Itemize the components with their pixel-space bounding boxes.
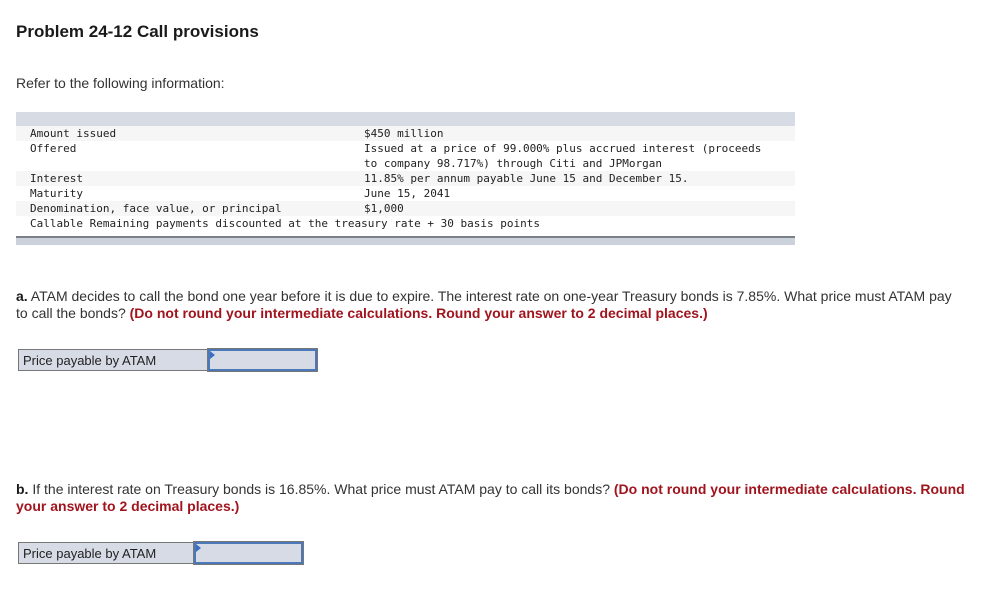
row-label: Denomination, face value, or principal	[30, 202, 282, 215]
flag-icon	[196, 544, 201, 552]
row-label	[16, 156, 350, 171]
answer-row-b: Price payable by ATAM	[18, 541, 304, 565]
table-row: Offered Issued at a price of 99.000% plu…	[16, 141, 795, 156]
row-value: $450 million	[364, 127, 444, 140]
answer-a-input[interactable]	[210, 351, 315, 369]
table-row: Maturity June 15, 2041	[16, 186, 795, 201]
bond-info-table: Amount issued $450 million Offered Issue…	[16, 112, 795, 245]
row-value: 11.85% per annum payable June 15 and Dec…	[364, 172, 689, 185]
question-b: b. If the interest rate on Treasury bond…	[16, 481, 966, 515]
row-label: Offered	[30, 142, 77, 155]
answer-a-label: Price payable by ATAM	[18, 349, 208, 371]
table-top-band	[16, 112, 795, 126]
intro-text: Refer to the following information:	[16, 75, 225, 91]
row-label: Interest	[30, 172, 83, 185]
row-label: Maturity	[30, 187, 83, 200]
row-value: to company 98.717%) through Citi and JPM…	[364, 157, 663, 170]
table-row-callable: Callable Remaining payments discounted a…	[16, 216, 795, 231]
row-label: Amount issued	[30, 127, 117, 140]
table-bottom-band	[16, 236, 795, 245]
question-a-part: a.	[16, 288, 28, 304]
table-row: to company 98.717%) through Citi and JPM…	[16, 156, 795, 171]
table-row: Amount issued $450 million	[16, 126, 795, 141]
question-a: a. ATAM decides to call the bond one yea…	[16, 288, 966, 322]
answer-b-input-wrap[interactable]	[193, 541, 304, 565]
answer-a-input-wrap[interactable]	[207, 348, 318, 372]
question-b-part: b.	[16, 481, 29, 497]
flag-icon	[210, 351, 215, 359]
answer-row-a: Price payable by ATAM	[18, 348, 318, 372]
table-rows: Amount issued $450 million Offered Issue…	[16, 126, 795, 231]
page-title: Problem 24-12 Call provisions	[16, 22, 259, 41]
table-row: Interest 11.85% per annum payable June 1…	[16, 171, 795, 186]
question-a-note: (Do not round your intermediate calculat…	[129, 305, 708, 321]
row-value: Issued at a price of 99.000% plus accrue…	[364, 142, 762, 155]
table-row: Denomination, face value, or principal $…	[16, 201, 795, 216]
answer-b-label: Price payable by ATAM	[18, 542, 194, 564]
row-value: $1,000	[364, 202, 404, 215]
row-value: June 15, 2041	[364, 187, 451, 200]
question-b-text: If the interest rate on Treasury bonds i…	[28, 481, 614, 497]
answer-b-input[interactable]	[196, 544, 301, 562]
callable-text: Callable Remaining payments discounted a…	[30, 217, 540, 230]
